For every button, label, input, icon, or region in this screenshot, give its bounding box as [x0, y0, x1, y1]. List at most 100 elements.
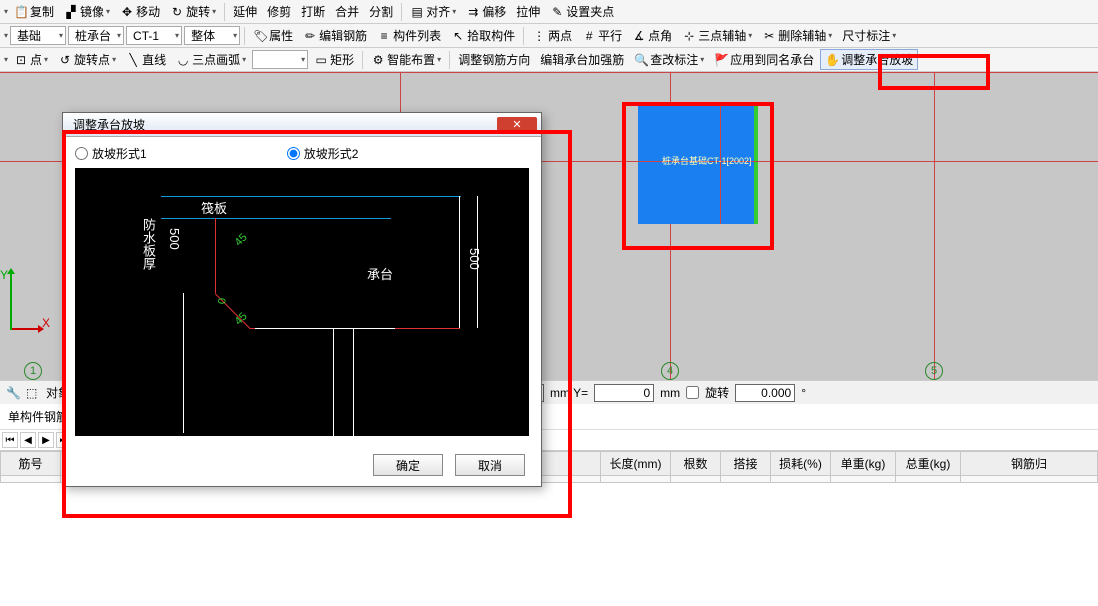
whole-dropdown[interactable]: 整体▾: [184, 26, 240, 45]
arc3-button[interactable]: ◡三点画弧▾: [172, 50, 250, 69]
radio-opt1[interactable]: 放坡形式1: [75, 145, 147, 162]
twop-label: 两点: [548, 27, 572, 44]
offset-button[interactable]: ⇉偏移: [462, 2, 510, 21]
foundation-label: 基础: [13, 27, 59, 44]
mirror-icon: ▞: [64, 5, 78, 19]
rotate-button[interactable]: ↻旋转▾: [166, 2, 220, 21]
offset-label: 偏移: [482, 3, 506, 20]
parallel-button[interactable]: #平行: [578, 26, 626, 45]
adjustcap-button[interactable]: ✋调整承台放坡: [820, 49, 918, 70]
th-0: 筋号: [1, 452, 61, 476]
triaxis-button[interactable]: ⊹三点辅轴▾: [678, 26, 756, 45]
merge-button[interactable]: 合并: [331, 2, 363, 21]
empty-dropdown[interactable]: ▾: [252, 50, 308, 69]
pick-button[interactable]: ↖拾取构件: [447, 26, 519, 45]
point-label: 点: [30, 51, 42, 68]
th-3: 根数: [671, 452, 721, 476]
chev[interactable]: ▾: [4, 55, 8, 64]
angle-label: 点角: [648, 27, 672, 44]
raft-label: 筏板: [201, 198, 227, 217]
nav-first[interactable]: ⏮: [2, 432, 18, 448]
trim-button[interactable]: 修剪: [263, 2, 295, 21]
mm-label: mm: [660, 386, 680, 400]
pile-dropdown[interactable]: 桩承台▾: [68, 26, 124, 45]
attr-button[interactable]: 🏷属性: [249, 26, 297, 45]
cancel-button[interactable]: 取消: [455, 454, 525, 476]
th-2: 长度(mm): [601, 452, 671, 476]
th-8: 钢筋归: [961, 452, 1098, 476]
waterproof-label: 防水板厚: [139, 218, 158, 270]
opt2-label: 放坡形式2: [304, 145, 359, 162]
editrebar-label: 编辑钢筋: [319, 27, 367, 44]
move-icon: ✥: [120, 5, 134, 19]
rect-button[interactable]: ▭矩形: [310, 50, 358, 69]
ct-label: CT-1: [129, 29, 175, 43]
component-block[interactable]: 桩承台基础CT-1[2002]: [638, 102, 758, 224]
stretch-button[interactable]: 拉伸: [512, 2, 544, 21]
editcap-button[interactable]: 编辑承台加强筋: [536, 50, 628, 69]
delete-icon: ✂: [762, 29, 776, 43]
delaxis-label: 删除辅轴: [778, 27, 826, 44]
extend-label: 延伸: [233, 3, 257, 20]
break-button[interactable]: 打断: [297, 2, 329, 21]
editrebar-button[interactable]: ✏编辑钢筋: [299, 26, 371, 45]
dimlabel-button[interactable]: 尺寸标注▾: [838, 26, 900, 45]
th-4: 搭接: [721, 452, 771, 476]
th-5: 损耗(%): [771, 452, 831, 476]
toolbar-row-1: ▾ 📋复制 ▞镜像▾ ✥移动 ↻旋转▾ 延伸 修剪 打断 合并 分割 ▤对齐▾ …: [0, 0, 1098, 24]
applysame-button[interactable]: 🚩应用到同名承台: [710, 50, 818, 69]
foundation-dropdown[interactable]: 基础▾: [10, 26, 66, 45]
copy-label: 复制: [30, 3, 54, 20]
y2-input[interactable]: [594, 384, 654, 402]
setpoint-button[interactable]: ✎设置夹点: [546, 2, 618, 21]
twopoint-icon: ⋮: [532, 29, 546, 43]
mirror-button[interactable]: ▞镜像▾: [60, 2, 114, 21]
radio-opt2[interactable]: 放坡形式2: [287, 145, 359, 162]
setpoint-label: 设置夹点: [566, 3, 614, 20]
axis-y-label: Y: [0, 268, 8, 282]
rect-label: 矩形: [330, 51, 354, 68]
dim500a: 500: [167, 228, 182, 250]
extend-button[interactable]: 延伸: [229, 2, 261, 21]
diagram: 筏板 防水板厚 500 45 0 45 承台 500: [75, 168, 529, 436]
twopoint-button[interactable]: ⋮两点: [528, 26, 576, 45]
complist-button[interactable]: ≡构件列表: [373, 26, 445, 45]
adjustrebar-button[interactable]: 调整钢筋方向: [454, 50, 534, 69]
rotpoint-icon: ↺: [58, 53, 72, 67]
smartlayout-button[interactable]: ⚙智能布置▾: [367, 50, 445, 69]
point-button[interactable]: ⊡点▾: [10, 50, 52, 69]
break-label: 打断: [301, 3, 325, 20]
line-button[interactable]: ╲直线: [122, 50, 170, 69]
review-button[interactable]: 🔍查改标注▾: [630, 50, 708, 69]
dialog-titlebar[interactable]: 调整承台放坡 ✕: [63, 113, 541, 137]
close-button[interactable]: ✕: [497, 117, 537, 133]
rotate-input[interactable]: [735, 384, 795, 402]
nav-prev[interactable]: ◀: [20, 432, 36, 448]
triaxis-icon: ⊹: [682, 29, 696, 43]
cap-label: 承台: [367, 264, 393, 283]
chev[interactable]: ▾: [4, 31, 8, 40]
opt1-label: 放坡形式1: [92, 145, 147, 162]
nav-next[interactable]: ▶: [38, 432, 54, 448]
pile-label: 桩承台: [71, 27, 117, 44]
align-label: 对齐: [426, 3, 450, 20]
move-button[interactable]: ✥移动: [116, 2, 164, 21]
smart-icon: ⚙: [371, 53, 385, 67]
whole-label: 整体: [187, 27, 233, 44]
toolbar-row-2: ▾ 基础▾ 桩承台▾ CT-1▾ 整体▾ 🏷属性 ✏编辑钢筋 ≡构件列表 ↖拾取…: [0, 24, 1098, 48]
split-button[interactable]: 分割: [365, 2, 397, 21]
move-label: 移动: [136, 3, 160, 20]
delaxis-button[interactable]: ✂删除辅轴▾: [758, 26, 836, 45]
rotpoint-button[interactable]: ↺旋转点▾: [54, 50, 120, 69]
angle-button[interactable]: ∡点角: [628, 26, 676, 45]
rotate-checkbox[interactable]: [686, 386, 699, 399]
merge-label: 合并: [335, 3, 359, 20]
parallel-label: 平行: [598, 27, 622, 44]
ok-button[interactable]: 确定: [373, 454, 443, 476]
dimlabel-label: 尺寸标注: [842, 27, 890, 44]
dropdown-chev[interactable]: ▾: [4, 7, 8, 16]
copy-button[interactable]: 📋复制: [10, 2, 58, 21]
align-button[interactable]: ▤对齐▾: [406, 2, 460, 21]
adjust-icon: ✋: [825, 53, 839, 67]
ct-dropdown[interactable]: CT-1▾: [126, 26, 182, 45]
